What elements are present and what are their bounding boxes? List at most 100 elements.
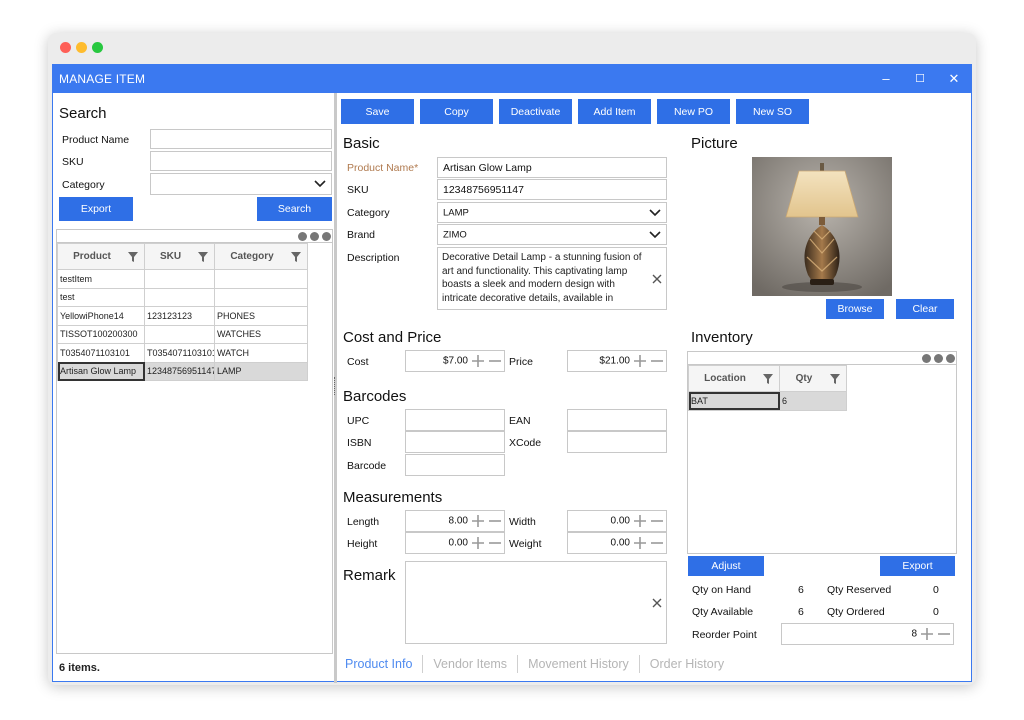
minus-icon[interactable]	[651, 537, 663, 549]
brand-select[interactable]: ZIMO	[437, 224, 667, 245]
clear-x-icon[interactable]	[652, 274, 662, 284]
close-button[interactable]: ✕	[944, 70, 964, 88]
cell-category[interactable]	[214, 287, 308, 307]
filter-icon[interactable]	[128, 252, 138, 262]
new-po-button[interactable]: New PO	[657, 99, 730, 124]
new-so-button[interactable]: New SO	[736, 99, 809, 124]
plus-icon[interactable]	[921, 628, 933, 640]
tab-order-history[interactable]: Order History	[640, 657, 734, 671]
sku-input[interactable]: 12348756951147	[437, 179, 667, 200]
upc-input[interactable]	[405, 409, 505, 431]
cell-sku[interactable]: 123123123	[144, 306, 215, 326]
save-button[interactable]: Save	[341, 99, 414, 124]
tab-product-info[interactable]: Product Info	[345, 657, 422, 671]
column-header-qty[interactable]: Qty	[779, 365, 847, 392]
cell-sku[interactable]	[144, 324, 215, 344]
filter-icon[interactable]	[763, 374, 773, 384]
plus-icon[interactable]	[634, 515, 646, 527]
cell-location[interactable]: BAT	[688, 391, 780, 411]
cell-category[interactable]: WATCH	[214, 343, 308, 363]
filter-icon[interactable]	[830, 374, 840, 384]
plus-icon[interactable]	[472, 515, 484, 527]
category-select[interactable]: LAMP	[437, 202, 667, 223]
xcode-input[interactable]	[567, 431, 667, 453]
table-row[interactable]: TISSOT100200300 WATCHES	[57, 324, 308, 344]
search-category-select[interactable]	[150, 173, 332, 195]
column-header-location[interactable]: Location	[688, 365, 780, 392]
mac-zoom-dot[interactable]	[92, 42, 103, 53]
cell-sku[interactable]: 12348756951147	[144, 361, 215, 381]
mac-minimize-dot[interactable]	[76, 42, 87, 53]
cell-sku[interactable]	[144, 269, 215, 289]
column-header-category[interactable]: Category	[214, 243, 308, 270]
browse-button[interactable]: Browse	[826, 299, 884, 319]
ean-input[interactable]	[567, 409, 667, 431]
mac-close-dot[interactable]	[60, 42, 71, 53]
remark-textarea[interactable]	[405, 561, 667, 644]
table-row[interactable]: T0354071103101 T0354071103101 WATCH	[57, 343, 308, 363]
weight-stepper[interactable]: 0.00	[567, 532, 667, 554]
cost-stepper[interactable]: $7.00	[405, 350, 505, 372]
cell-sku[interactable]: T0354071103101	[144, 343, 215, 363]
cell-category[interactable]	[214, 269, 308, 289]
reorder-point-stepper[interactable]: 8	[781, 623, 954, 645]
cell-qty[interactable]: 6	[779, 391, 847, 411]
column-header-sku[interactable]: SKU	[144, 243, 215, 270]
clear-x-icon[interactable]	[652, 598, 662, 608]
width-stepper[interactable]: 0.00	[567, 510, 667, 532]
product-name-input[interactable]: Artisan Glow Lamp	[437, 157, 667, 178]
length-stepper[interactable]: 8.00	[405, 510, 505, 532]
minus-icon[interactable]	[489, 515, 501, 527]
cell-product[interactable]: testItem	[57, 269, 145, 289]
table-row-selected[interactable]: Artisan Glow Lamp 12348756951147 LAMP	[57, 361, 308, 381]
cell-product[interactable]: YellowiPhone14	[57, 306, 145, 326]
grid-menu-dots-icon[interactable]	[298, 232, 331, 241]
minus-icon[interactable]	[489, 355, 501, 367]
search-sku-input[interactable]	[150, 151, 332, 171]
cell-product[interactable]: test	[57, 287, 145, 307]
minus-icon[interactable]	[489, 537, 501, 549]
tab-movement-history[interactable]: Movement History	[518, 657, 639, 671]
cell-product[interactable]: Artisan Glow Lamp	[57, 361, 145, 381]
table-row[interactable]: testItem	[57, 269, 308, 289]
plus-icon[interactable]	[472, 355, 484, 367]
maximize-button[interactable]: ☐	[910, 70, 930, 88]
plus-icon[interactable]	[634, 355, 646, 367]
isbn-input[interactable]	[405, 431, 505, 453]
filter-icon[interactable]	[198, 252, 208, 262]
cell-product[interactable]: TISSOT100200300	[57, 324, 145, 344]
cell-product[interactable]: T0354071103101	[57, 343, 145, 363]
table-row[interactable]: YellowiPhone14 123123123 PHONES	[57, 306, 308, 326]
table-row-selected[interactable]: BAT 6	[688, 391, 847, 411]
plus-icon[interactable]	[634, 537, 646, 549]
price-stepper[interactable]: $21.00	[567, 350, 667, 372]
barcode-input[interactable]	[405, 454, 505, 476]
tab-vendor-items[interactable]: Vendor Items	[423, 657, 517, 671]
description-textarea[interactable]: Decorative Detail Lamp - a stunning fusi…	[437, 247, 667, 310]
add-item-button[interactable]: Add Item	[578, 99, 651, 124]
cell-category[interactable]: PHONES	[214, 306, 308, 326]
height-stepper[interactable]: 0.00	[405, 532, 505, 554]
splitter-grip-icon[interactable]	[334, 377, 337, 395]
clear-button[interactable]: Clear	[896, 299, 954, 319]
copy-button[interactable]: Copy	[420, 99, 493, 124]
plus-icon[interactable]	[472, 537, 484, 549]
minus-icon[interactable]	[651, 515, 663, 527]
cell-category[interactable]: WATCHES	[214, 324, 308, 344]
column-header-product[interactable]: Product	[57, 243, 145, 270]
deactivate-button[interactable]: Deactivate	[499, 99, 572, 124]
minus-icon[interactable]	[651, 355, 663, 367]
cell-category[interactable]: LAMP	[214, 361, 308, 381]
filter-icon[interactable]	[291, 252, 301, 262]
table-row[interactable]: test	[57, 287, 308, 307]
cell-sku[interactable]	[144, 287, 215, 307]
inventory-export-button[interactable]: Export	[880, 556, 955, 576]
qty-available-label: Qty Available	[692, 606, 754, 618]
search-export-button[interactable]: Export	[59, 197, 133, 221]
minus-icon[interactable]	[938, 628, 950, 640]
minimize-button[interactable]: –	[876, 70, 896, 88]
grid-menu-dots-icon[interactable]	[922, 354, 955, 363]
search-button[interactable]: Search	[257, 197, 332, 221]
search-product-name-input[interactable]	[150, 129, 332, 149]
adjust-button[interactable]: Adjust	[688, 556, 764, 576]
